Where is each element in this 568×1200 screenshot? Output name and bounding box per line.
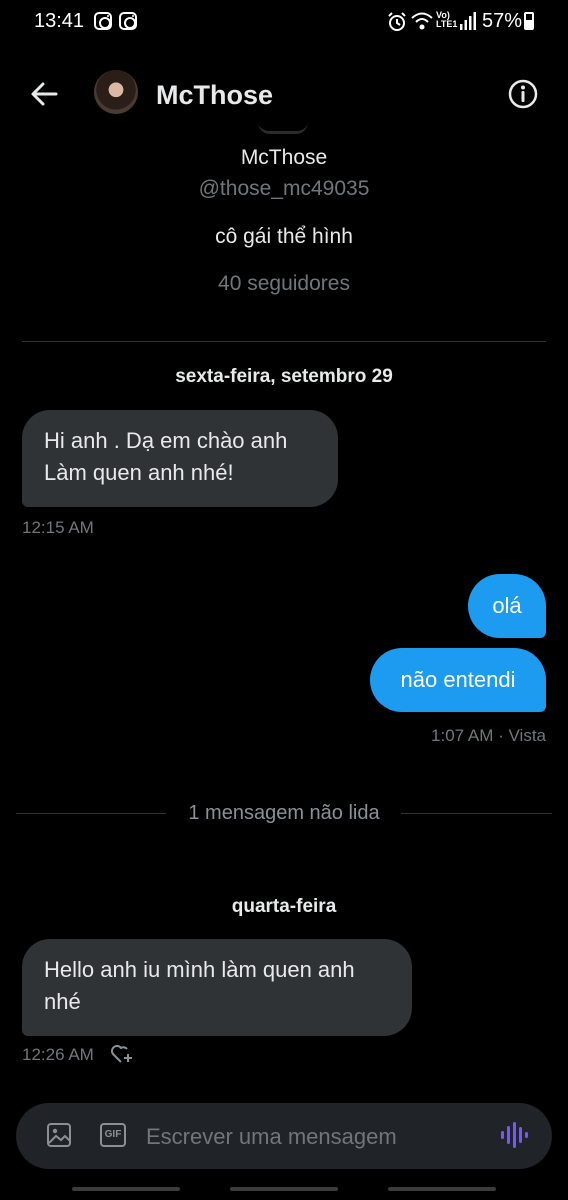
nav-back[interactable] <box>388 1187 496 1191</box>
unread-divider-line <box>401 813 552 814</box>
profile-name[interactable]: McThose <box>0 146 568 170</box>
profile-handle[interactable]: @those_mc49035 <box>0 177 568 201</box>
profile-divider <box>22 341 546 342</box>
instagram-icon <box>119 12 137 30</box>
heart-plus-icon[interactable] <box>110 1043 134 1065</box>
arrow-left-icon[interactable] <box>28 78 60 110</box>
message-timestamp: 1:07 AM · Vista <box>431 726 546 745</box>
message-timestamp: 12:15 AM <box>22 518 94 537</box>
info-icon[interactable] <box>506 77 540 111</box>
instagram-icon <box>94 12 112 30</box>
battery-percent: 57% <box>481 10 522 32</box>
header-title[interactable]: McThose <box>156 80 273 111</box>
message-text-line: Làm quen anh nhé! <box>44 460 234 485</box>
message-text-line: Hi anh . Dạ em chào anh <box>44 428 288 453</box>
nav-home[interactable] <box>230 1187 338 1191</box>
message-timestamp: 12:26 AM <box>22 1045 94 1064</box>
message-incoming[interactable]: Hi anh . Dạ em chào anh Làm quen anh nhé… <box>22 410 338 507</box>
message-incoming[interactable]: Hello anh iu mình làm quen anh nhé <box>22 939 412 1036</box>
voice-message-icon[interactable] <box>500 1121 530 1149</box>
message-outgoing[interactable]: não entendi <box>370 648 546 712</box>
image-icon[interactable] <box>46 1122 72 1148</box>
signal-icon <box>460 12 476 30</box>
gif-icon[interactable]: GIF <box>100 1123 126 1147</box>
profile-avatar-edge <box>258 122 308 134</box>
profile-bio: cô gái thể hình <box>215 225 353 248</box>
message-text-line: Hello anh iu mình làm quen anh <box>44 957 355 982</box>
message-input[interactable] <box>146 1120 476 1154</box>
wifi-icon <box>411 12 433 30</box>
alarm-icon <box>388 12 406 31</box>
battery-icon <box>524 12 534 30</box>
message-outgoing[interactable]: olá <box>468 574 546 638</box>
message-text-line: nhé <box>44 989 81 1014</box>
date-separator: sexta-feira, setembro 29 <box>175 366 393 387</box>
avatar[interactable] <box>94 70 138 114</box>
message-text: olá <box>492 593 522 618</box>
date-separator: quarta-feira <box>231 896 337 917</box>
profile-followers: 40 seguidores <box>218 272 350 295</box>
status-bar: 13:41 Vo) LTE1 57% <box>0 0 568 44</box>
nav-recents[interactable] <box>72 1187 180 1191</box>
status-time: 13:41 <box>34 10 85 32</box>
message-text: não entendi <box>400 667 516 692</box>
volte-icon: Vo) LTE1 <box>436 10 458 29</box>
